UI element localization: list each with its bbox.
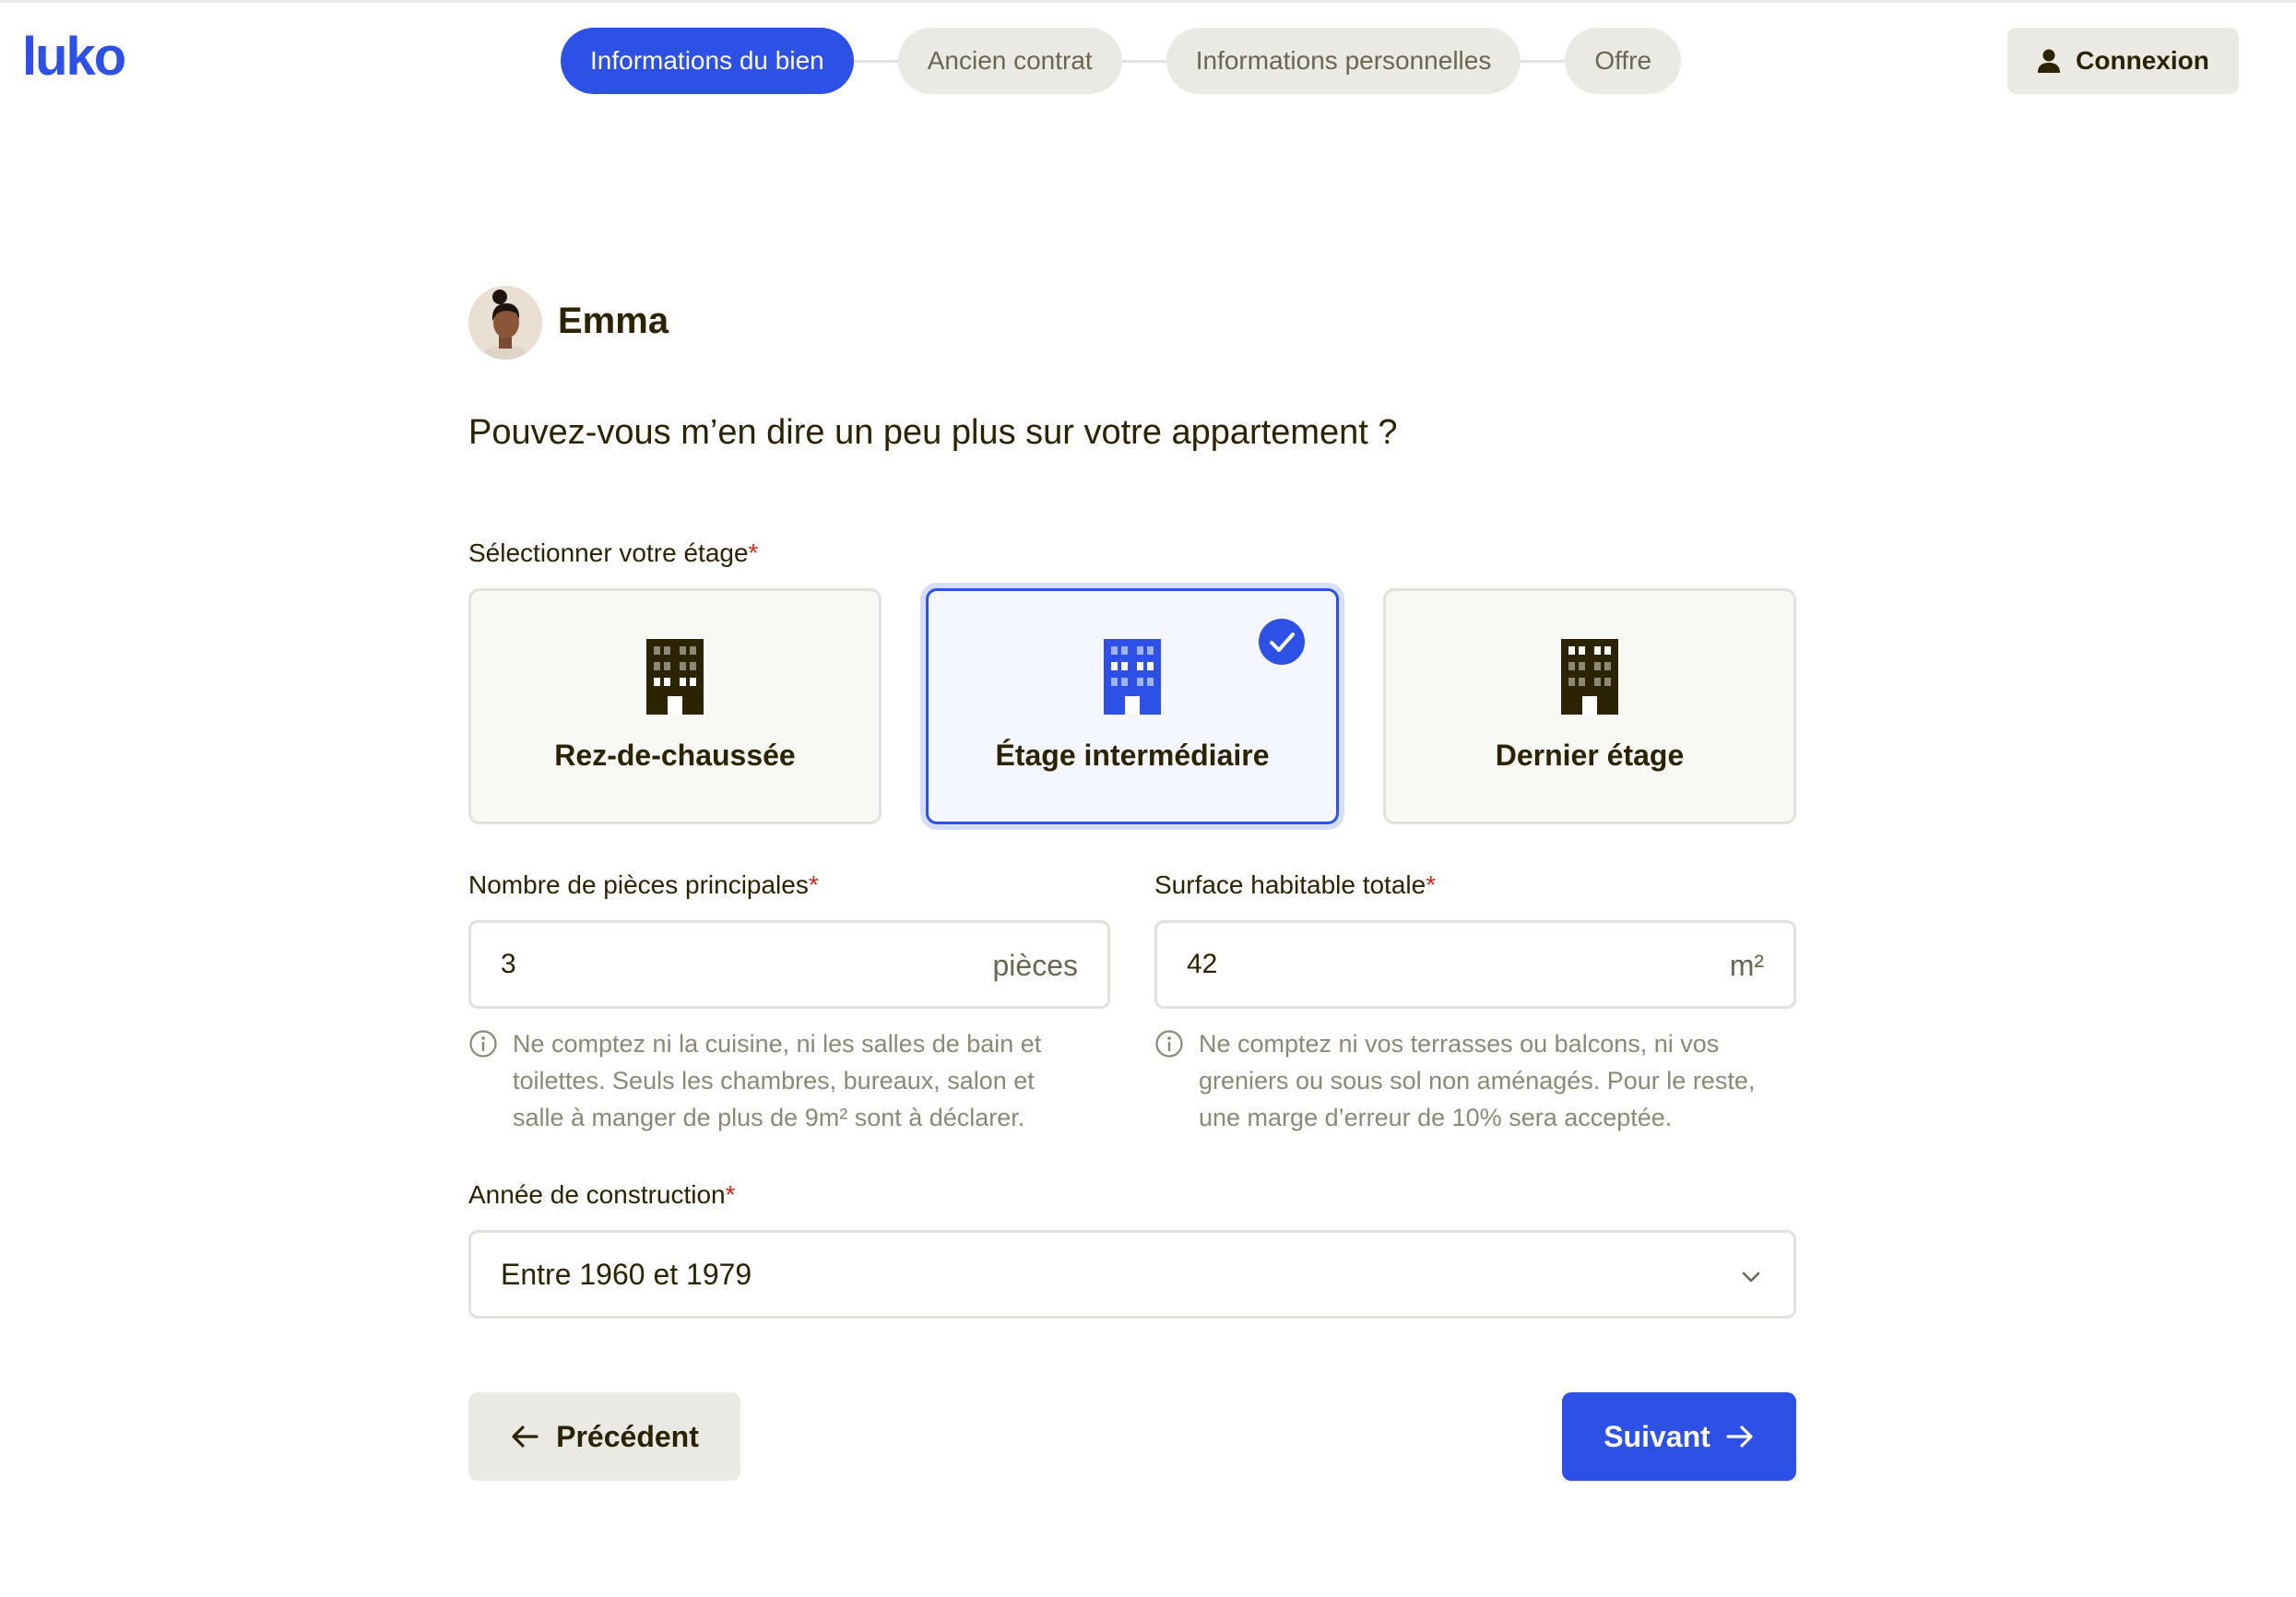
floor-label: Sélectionner votre étage* [468, 538, 759, 567]
required-mark: * [725, 1180, 736, 1209]
rooms-unit: pièces [992, 949, 1079, 982]
surface-value: 42 [1187, 949, 1218, 979]
construction-year-value: Entre 1960 et 1979 [501, 1258, 752, 1291]
arrow-right-icon [1726, 1425, 1753, 1448]
step-connector [1521, 59, 1566, 63]
step-previous-contract[interactable]: Ancien contrat [897, 28, 1122, 94]
rooms-value: 3 [501, 949, 516, 979]
rooms-label: Nombre de pièces principales* [468, 870, 819, 899]
step-property-info[interactable]: Informations du bien [561, 28, 854, 94]
floor-option-label: Dernier étage [1495, 739, 1685, 772]
building-icon [1104, 639, 1161, 715]
previous-button-label: Précédent [556, 1419, 699, 1453]
step-connector [853, 59, 898, 63]
login-label: Connexion [2076, 46, 2209, 75]
surface-input[interactable]: 42 m² [1154, 920, 1796, 1009]
step-offer[interactable]: Offre [1565, 28, 1682, 94]
page-question: Pouvez-vous m’en dire un peu plus sur vo… [468, 413, 1398, 452]
info-icon [469, 1030, 497, 1058]
rooms-input[interactable]: 3 pièces [468, 920, 1110, 1009]
arrow-left-icon [512, 1425, 538, 1448]
building-icon [646, 639, 704, 715]
construction-year-select[interactable]: Entre 1960 et 1979 [468, 1230, 1796, 1319]
step-connector [1121, 59, 1166, 63]
floor-option-top[interactable]: Dernier étage [1383, 588, 1796, 824]
luko-logo[interactable]: luko [22, 26, 126, 88]
top-divider [0, 0, 2296, 3]
floor-option-ground[interactable]: Rez-de-chaussée [468, 588, 882, 824]
agent-name: Emma [558, 301, 669, 341]
agent-avatar [468, 286, 542, 360]
next-button[interactable]: Suivant [1562, 1392, 1796, 1481]
rooms-hint-text: Ne comptez ni la cuisine, ni les salles … [513, 1030, 1042, 1131]
construction-label: Année de construction* [468, 1180, 736, 1209]
surface-hint-text: Ne comptez ni vos terrasses ou balcons, … [1199, 1030, 1756, 1131]
previous-button[interactable]: Précédent [468, 1392, 740, 1481]
progress-stepper: Informations du bien Ancien contrat Info… [561, 28, 1682, 94]
required-mark: * [808, 870, 819, 899]
user-icon [2038, 49, 2061, 73]
building-icon [1561, 639, 1618, 715]
floor-option-label: Rez-de-chaussée [554, 739, 796, 772]
required-mark: * [748, 538, 759, 567]
next-button-label: Suivant [1604, 1419, 1710, 1453]
login-button[interactable]: Connexion [2007, 28, 2239, 94]
checkmark-icon [1259, 619, 1305, 665]
surface-label: Surface habitable totale* [1154, 870, 1437, 899]
info-icon [1155, 1030, 1183, 1058]
chevron-down-icon [1742, 1272, 1760, 1283]
required-mark: * [1426, 870, 1437, 899]
floor-option-label: Étage intermédiaire [995, 739, 1270, 772]
floor-option-intermediate[interactable]: Étage intermédiaire [926, 588, 1339, 824]
surface-unit: m² [1729, 949, 1764, 982]
step-personal-info[interactable]: Informations personnelles [1166, 28, 1521, 94]
